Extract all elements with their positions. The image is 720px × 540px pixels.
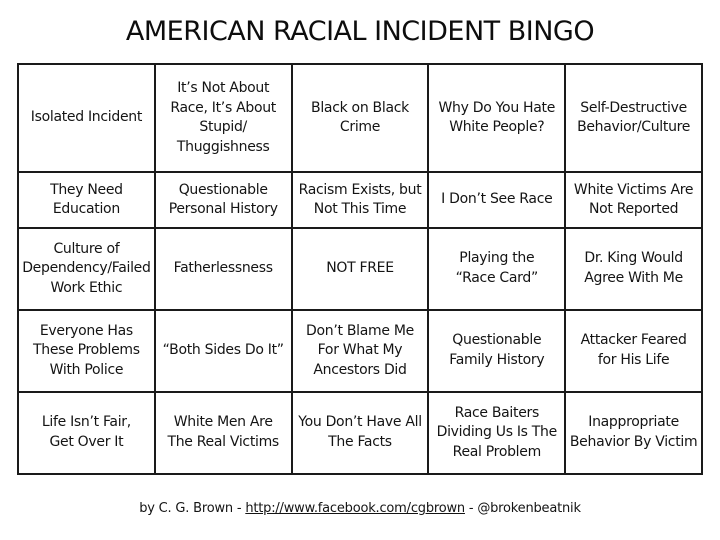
bingo-square[interactable]: Fatherlessness — [153, 226, 293, 311]
credit-separator: - — [464, 501, 478, 516]
bingo-square[interactable]: Questionable Personal History — [153, 171, 293, 229]
bingo-square[interactable]: It’s Not About Race, It’s About Stupid/ … — [153, 62, 293, 174]
bingo-square[interactable]: Culture of Dependency/Failed Work Ethic — [17, 226, 156, 311]
bingo-square[interactable]: Inappropriate Behavior By Victim — [564, 390, 703, 476]
bingo-square[interactable]: Racism Exists, but Not This Time — [290, 171, 430, 229]
bingo-square[interactable]: Self-Destructive Behavior/Culture — [564, 62, 703, 174]
board-row: Isolated Incident It’s Not About Race, I… — [17, 62, 703, 174]
bingo-square[interactable]: White Men Are The Real Victims — [153, 390, 293, 476]
bingo-square[interactable]: I Don’t See Race — [427, 171, 567, 229]
bingo-square[interactable]: Why Do You Hate White People? — [427, 62, 567, 174]
bingo-square[interactable]: White Victims Are Not Reported — [564, 171, 703, 229]
board-row: Life Isn’t Fair, Get Over It White Men A… — [17, 390, 703, 476]
twitter-handle: @brokenbeatnik — [477, 501, 581, 516]
bingo-square[interactable]: They Need Education — [17, 171, 156, 229]
bingo-square[interactable]: Attacker Feared for His Life — [564, 308, 703, 393]
board-row: Everyone Has These Problems With Police … — [17, 308, 703, 393]
bingo-square[interactable]: Playing the “Race Card” — [427, 226, 567, 311]
bingo-square[interactable]: You Don’t Have All The Facts — [290, 390, 430, 476]
bingo-square[interactable]: Life Isn’t Fair, Get Over It — [17, 390, 156, 476]
board-row: Culture of Dependency/Failed Work Ethic … — [17, 226, 703, 311]
bingo-board: Isolated Incident It’s Not About Race, I… — [17, 62, 703, 476]
bingo-square[interactable]: Don’t Blame Me For What My Ancestors Did — [290, 308, 430, 393]
bingo-free-square[interactable]: NOT FREE — [290, 226, 430, 311]
page-title: AMERICAN RACIAL INCIDENT BINGO — [125, 16, 595, 47]
bingo-square[interactable]: Isolated Incident — [17, 62, 156, 174]
bingo-square[interactable]: Black on Black Crime — [290, 62, 430, 174]
bingo-square[interactable]: Dr. King Would Agree With Me — [564, 226, 703, 311]
credit-footer: by C. G. Brown - http://www.facebook.com… — [0, 500, 720, 518]
credit-author: by C. G. Brown - — [139, 501, 246, 516]
bingo-square[interactable]: Questionable Family History — [427, 308, 567, 393]
facebook-link[interactable]: http://www.facebook.com/cgbrown — [245, 501, 465, 516]
bingo-square[interactable]: “Both Sides Do It” — [153, 308, 293, 393]
bingo-square[interactable]: Everyone Has These Problems With Police — [17, 308, 156, 393]
board-row: They Need Education Questionable Persona… — [17, 171, 703, 229]
bingo-square[interactable]: Race Baiters Dividing Us Is The Real Pro… — [427, 390, 567, 476]
